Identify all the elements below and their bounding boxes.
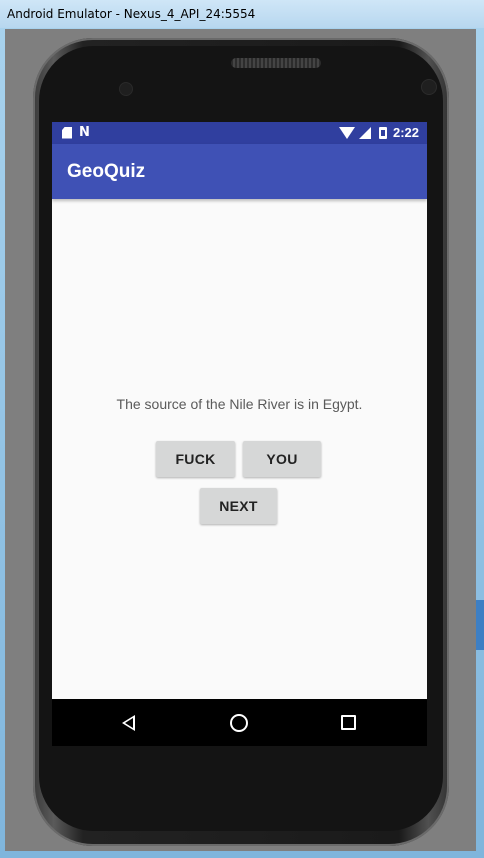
device-screen: N 2:22 GeoQuiz The source of the Nile Ri… — [52, 122, 427, 746]
status-bar: N 2:22 — [52, 122, 427, 144]
emulator-client-area: N 2:22 GeoQuiz The source of the Nile Ri… — [5, 29, 476, 851]
question-text: The source of the Nile River is in Egypt… — [116, 396, 363, 412]
earpiece-speaker — [231, 58, 321, 68]
app-title: GeoQuiz — [67, 161, 146, 182]
status-left-icons: N — [62, 126, 90, 139]
recents-icon[interactable] — [341, 715, 356, 730]
window-edge-accent — [476, 600, 484, 650]
n-notification-icon: N — [79, 125, 90, 140]
true-button[interactable]: FUCK — [156, 441, 235, 477]
signal-icon — [358, 126, 371, 139]
quiz-content: The source of the Nile River is in Egypt… — [52, 199, 427, 699]
proximity-sensor — [119, 82, 133, 96]
battery-icon — [378, 126, 387, 139]
window-title: Android Emulator - Nexus_4_API_24:5554 — [7, 7, 256, 21]
window-titlebar[interactable]: Android Emulator - Nexus_4_API_24:5554 — [0, 0, 484, 28]
wifi-icon — [338, 126, 355, 139]
app-bar: GeoQuiz — [52, 144, 427, 199]
emulator-window: Android Emulator - Nexus_4_API_24:5554 N… — [0, 0, 484, 858]
sd-card-icon — [62, 126, 72, 139]
navigation-bar — [52, 699, 427, 746]
false-button[interactable]: YOU — [243, 441, 321, 477]
front-camera — [421, 79, 437, 95]
next-button[interactable]: NEXT — [200, 488, 277, 524]
back-icon[interactable] — [122, 715, 135, 731]
status-clock: 2:22 — [392, 125, 419, 140]
status-right-icons: 2:22 — [338, 125, 419, 140]
home-icon[interactable] — [230, 714, 248, 732]
